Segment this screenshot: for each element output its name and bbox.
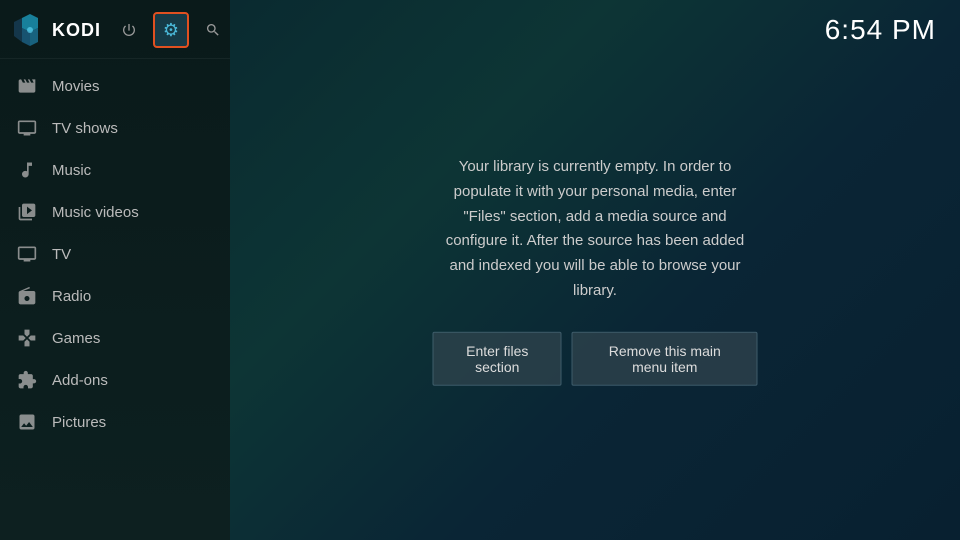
kodi-logo-text: KODI — [52, 20, 101, 41]
tv-icon — [16, 243, 38, 265]
sidebar-item-tv[interactable]: TV — [0, 233, 230, 275]
sidebar-item-pictures[interactable]: Pictures — [0, 401, 230, 443]
sidebar-item-games-label: Games — [52, 330, 100, 347]
tv-shows-icon — [16, 117, 38, 139]
sidebar-item-radio-label: Radio — [52, 288, 91, 305]
sidebar-item-musicvideos-label: Music videos — [52, 204, 139, 221]
enter-files-button[interactable]: Enter files section — [433, 331, 562, 385]
library-empty-panel: Your library is currently empty. In orde… — [413, 155, 778, 386]
library-buttons: Enter files section Remove this main men… — [433, 331, 758, 385]
music-videos-icon — [16, 201, 38, 223]
sidebar-item-tvshows[interactable]: TV shows — [0, 107, 230, 149]
movies-icon — [16, 75, 38, 97]
sidebar-item-radio[interactable]: Radio — [0, 275, 230, 317]
clock: 6:54 PM — [825, 14, 936, 46]
kodi-logo-icon — [14, 14, 46, 46]
sidebar-top-icons: ⚙ — [111, 12, 231, 48]
sidebar-item-addons[interactable]: Add-ons — [0, 359, 230, 401]
sidebar-item-games[interactable]: Games — [0, 317, 230, 359]
sidebar-top: KODI ⚙ — [0, 0, 230, 59]
search-button[interactable] — [195, 12, 231, 48]
sidebar-item-movies-label: Movies — [52, 78, 100, 95]
sidebar-item-musicvideos[interactable]: Music videos — [0, 191, 230, 233]
sidebar-item-movies[interactable]: Movies — [0, 65, 230, 107]
music-icon — [16, 159, 38, 181]
sidebar-item-music-label: Music — [52, 162, 91, 179]
nav-items: Movies TV shows Music Music videos TV — [0, 65, 230, 540]
power-icon — [121, 22, 137, 38]
settings-button[interactable]: ⚙ — [153, 12, 189, 48]
radio-icon — [16, 285, 38, 307]
sidebar-item-addons-label: Add-ons — [52, 372, 108, 389]
sidebar-item-pictures-label: Pictures — [52, 414, 106, 431]
main-content: 6:54 PM Your library is currently empty.… — [230, 0, 960, 540]
gear-icon: ⚙ — [163, 20, 179, 41]
sidebar-item-tv-label: TV — [52, 246, 71, 263]
kodi-logo: KODI — [14, 14, 101, 46]
sidebar-item-music[interactable]: Music — [0, 149, 230, 191]
pictures-icon — [16, 411, 38, 433]
games-icon — [16, 327, 38, 349]
remove-menu-item-button[interactable]: Remove this main menu item — [572, 331, 758, 385]
library-empty-message: Your library is currently empty. In orde… — [433, 155, 758, 304]
addons-icon — [16, 369, 38, 391]
sidebar-item-tvshows-label: TV shows — [52, 120, 118, 137]
sidebar: KODI ⚙ Movies — [0, 0, 230, 540]
search-icon — [205, 22, 221, 38]
power-button[interactable] — [111, 12, 147, 48]
